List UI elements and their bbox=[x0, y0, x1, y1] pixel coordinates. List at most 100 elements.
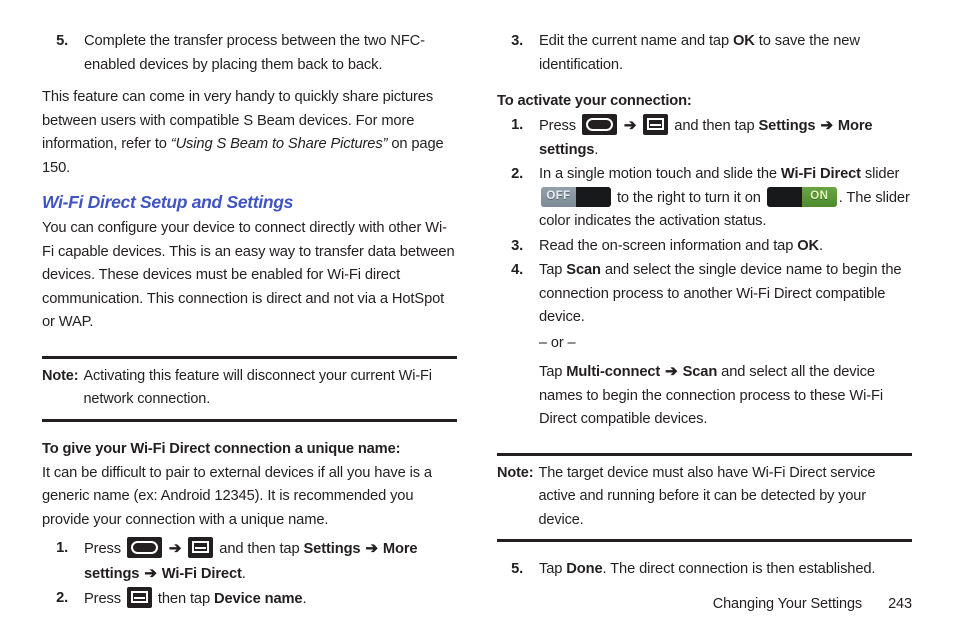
step-text-pre: Read the on-screen information and tap bbox=[539, 237, 798, 254]
note-block: Note: Activating this feature will disco… bbox=[42, 359, 457, 419]
arrow-right-icon: ➔ bbox=[820, 117, 833, 134]
page-number: 243 bbox=[888, 596, 912, 612]
step-number: 4. bbox=[511, 262, 523, 278]
step-number: 3. bbox=[511, 33, 523, 49]
list-item: 1. Press ➔ and then tap Settings ➔ More … bbox=[497, 114, 912, 162]
toggle-switch-on[interactable]: ON bbox=[766, 186, 837, 207]
step-text: Tap Scan and select the single device na… bbox=[539, 259, 912, 432]
step-text: In a single motion touch and slide the W… bbox=[539, 163, 912, 234]
press-label: Press bbox=[84, 591, 121, 607]
page-section-heading: Wi-Fi Direct Setup and Settings bbox=[42, 192, 294, 212]
step-text: Tap Done. The direct connection is then … bbox=[539, 558, 912, 582]
step-text-pre: Tap bbox=[539, 561, 567, 577]
list-item: 5. Tap Done. The direct connection is th… bbox=[497, 558, 912, 582]
note-text: The target device must also have Wi-Fi D… bbox=[538, 464, 876, 528]
list-item: 3. Edit the current name and tap OK to s… bbox=[497, 30, 912, 77]
step-text-pre: In a single motion touch and slide the bbox=[539, 166, 781, 182]
step-number: 2. bbox=[511, 166, 523, 182]
mid-text: and then tap bbox=[674, 118, 755, 134]
scan-label: Scan bbox=[566, 262, 601, 278]
step-text: Read the on-screen information and tap O… bbox=[539, 235, 912, 259]
toggle-on-label: ON bbox=[801, 186, 837, 207]
arrow-right-icon: ➔ bbox=[168, 540, 182, 557]
ok-label: OK bbox=[733, 33, 755, 49]
activate-connection-subheading: To activate your connection: bbox=[497, 93, 692, 109]
manual-page: 5. Complete the transfer process between… bbox=[0, 0, 954, 636]
ok-label: OK bbox=[797, 237, 820, 254]
toggle-track-left bbox=[766, 186, 802, 207]
step-text-pre: Edit the current name and tap bbox=[539, 33, 733, 49]
menu-key-icon bbox=[643, 114, 669, 135]
note: Note: The target device must also have W… bbox=[497, 462, 912, 533]
menu-key-icon bbox=[126, 587, 152, 608]
step-text: Complete the transfer process between th… bbox=[84, 33, 425, 73]
period: . bbox=[302, 591, 307, 607]
wifi-direct-label: Wi-Fi Direct bbox=[780, 166, 861, 182]
list-item: 2. Press then tap Device name. bbox=[42, 587, 457, 612]
left-step-list-continued: 5. Complete the transfer process between… bbox=[42, 30, 457, 77]
unique-name-paragraph: It can be difficult to pair to external … bbox=[42, 464, 432, 528]
arrow-right-icon: ➔ bbox=[144, 564, 157, 582]
step-number: 3. bbox=[511, 237, 523, 254]
unique-name-subheading: To give your Wi-Fi Direct connection a u… bbox=[42, 440, 401, 457]
step-text-pre: Tap bbox=[539, 262, 567, 278]
list-item: 5. Complete the transfer process between… bbox=[42, 30, 457, 77]
mid-text: then tap bbox=[157, 591, 211, 607]
settings-label: Settings bbox=[758, 118, 816, 134]
list-item: 4. Tap Scan and select the single device… bbox=[497, 259, 912, 432]
arrow-right-icon: ➔ bbox=[365, 540, 378, 557]
step-text-post: . The direct connection is then establis… bbox=[602, 561, 876, 577]
page-footer: Changing Your Settings 243 bbox=[713, 596, 912, 612]
step-number: 5. bbox=[56, 33, 68, 49]
step-text: Edit the current name and tap OK to save… bbox=[539, 30, 912, 77]
step-text: Press then tap Device name. bbox=[84, 587, 457, 612]
device-name-label: Device name bbox=[213, 591, 303, 607]
note-block: Note: The target device must also have W… bbox=[497, 456, 912, 540]
note-text: Activating this feature will disconnect … bbox=[83, 367, 432, 408]
period: . bbox=[241, 565, 246, 582]
left-column: 5. Complete the transfer process between… bbox=[0, 0, 477, 636]
right-step-list-continued: 3. Edit the current name and tap OK to s… bbox=[497, 30, 912, 77]
note-label: Note: bbox=[497, 464, 534, 481]
note-label: Note: bbox=[42, 367, 79, 384]
right-step-list: 1. Press ➔ and then tap Settings ➔ More … bbox=[497, 114, 912, 432]
multi-connect-label: Multi-connect bbox=[566, 364, 661, 380]
mid-text: and then tap bbox=[219, 541, 300, 557]
menu-key-icon bbox=[188, 537, 214, 558]
step-number: 5. bbox=[511, 561, 523, 577]
done-label: Done bbox=[566, 561, 603, 577]
settings-label: Settings bbox=[303, 541, 361, 557]
arrow-right-icon: ➔ bbox=[623, 117, 637, 134]
step4-sentence-2: Tap Multi-connect ➔ Scan and select all … bbox=[539, 363, 883, 427]
home-key-icon bbox=[126, 537, 162, 558]
press-label: Press bbox=[539, 118, 576, 134]
step-text-mid: slider bbox=[860, 166, 900, 182]
toggle-switch-off[interactable]: OFF bbox=[541, 186, 611, 207]
list-item: 3. Read the on-screen information and ta… bbox=[497, 235, 912, 259]
right-step-list-final: 5. Tap Done. The direct connection is th… bbox=[497, 558, 912, 582]
step-number: 1. bbox=[511, 117, 523, 133]
footer-section-title: Changing Your Settings bbox=[712, 596, 863, 612]
left-step-list: 1. Press ➔ and then tap Settings ➔ More … bbox=[42, 537, 457, 612]
list-item: 1. Press ➔ and then tap Settings ➔ More … bbox=[42, 537, 457, 586]
period: . bbox=[594, 141, 599, 158]
step-text-post: . bbox=[819, 237, 823, 254]
list-item: 2. In a single motion touch and slide th… bbox=[497, 163, 912, 234]
right-column: 3. Edit the current name and tap OK to s… bbox=[477, 0, 954, 636]
or-separator: – or – bbox=[539, 334, 576, 351]
toggle-off-label: OFF bbox=[541, 186, 576, 207]
home-key-icon bbox=[581, 114, 617, 135]
step-text: Press ➔ and then tap Settings ➔ More set… bbox=[539, 114, 912, 162]
step-text: Press ➔ and then tap Settings ➔ More set… bbox=[84, 537, 457, 586]
section-paragraph: You can configure your device to connect… bbox=[42, 220, 455, 330]
press-label: Press bbox=[84, 541, 121, 557]
step-number: 1. bbox=[56, 540, 68, 556]
note: Note: Activating this feature will disco… bbox=[42, 365, 457, 412]
step-number: 2. bbox=[56, 590, 68, 606]
toggle-track-right bbox=[576, 186, 611, 207]
